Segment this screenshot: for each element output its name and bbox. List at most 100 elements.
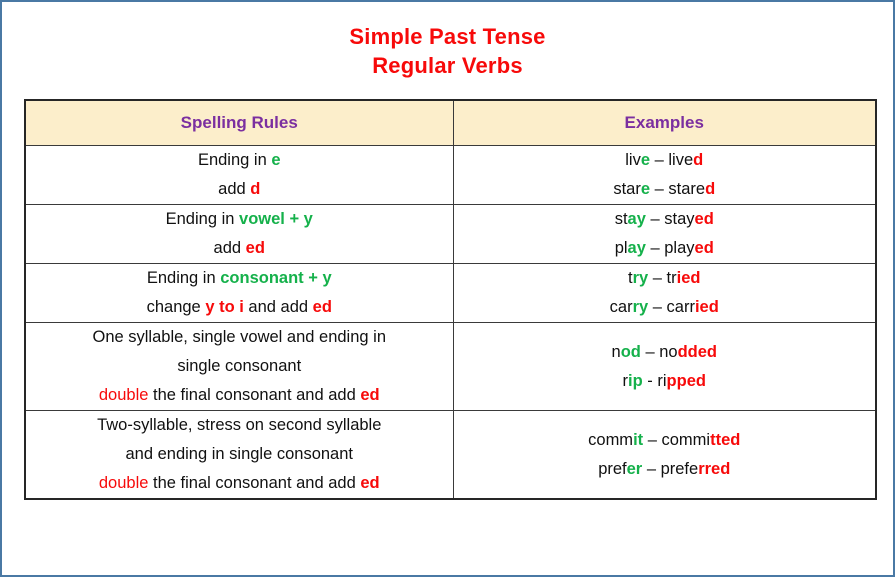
rule-cell-line: Ending in e	[26, 146, 453, 175]
text-run: ed	[360, 386, 380, 404]
text-run: and ending in single consonant	[125, 445, 353, 463]
text-run: One syllable, single vowel and ending in	[92, 328, 387, 346]
example-cell: live – lived stare – stared	[452, 145, 877, 205]
text-run: pref	[598, 459, 627, 478]
rule-cell: Two-syllable, stress on second syllable a…	[24, 410, 454, 500]
text-run: tted	[710, 430, 741, 449]
text-run: e	[640, 180, 651, 198]
text-run: – carr	[648, 298, 695, 316]
text-run: ry	[632, 298, 649, 316]
text-run: and add	[243, 298, 313, 316]
text-run: ied	[694, 298, 719, 316]
text-run: liv	[625, 151, 641, 169]
text-run: rred	[698, 459, 731, 478]
worksheet-frame: Simple Past Tense Regular Verbs Spelling…	[0, 0, 895, 577]
text-run: n	[611, 342, 621, 361]
text-run: car	[609, 298, 633, 316]
text-run: double	[98, 474, 149, 492]
text-run: add	[213, 239, 246, 257]
rule-cell: Ending in consonant + y change y to i and…	[24, 263, 454, 323]
text-run: star	[613, 180, 641, 198]
text-run: ay	[627, 239, 646, 257]
text-run: comm	[588, 430, 634, 449]
text-run: ied	[676, 269, 701, 287]
rule-cell-line: double the final consonant and add ed	[26, 381, 453, 410]
rule-cell-line: Ending in vowel + y	[26, 205, 453, 234]
text-run: Ending in	[197, 151, 272, 169]
example-cell: nod – nodded rip - ripped	[452, 322, 877, 411]
column-header-spelling-rules: Spelling Rules	[24, 99, 454, 146]
spelling-rules-table: Spelling Rules Examples Ending in e add d…	[24, 99, 877, 500]
text-run: er	[626, 459, 643, 478]
page-title: Simple Past Tense Regular Verbs	[2, 2, 893, 80]
table-row: Ending in e add d live – lived stare – star…	[24, 145, 877, 205]
example-cell: stay – stayed play – played	[452, 204, 877, 264]
text-run: ed	[694, 239, 714, 257]
text-run: – no	[640, 342, 678, 361]
text-run: – stare	[650, 180, 706, 198]
text-run: Two-syllable, stress on second syllable	[97, 416, 382, 434]
text-run: pl	[614, 239, 628, 257]
example-cell-line: stay – stayed	[454, 205, 876, 234]
table-body: Ending in e add d live – lived stare – star…	[24, 145, 877, 500]
example-cell-line: live – lived	[454, 146, 876, 175]
text-run: consonant + y	[220, 269, 332, 287]
text-run: e	[271, 151, 281, 169]
text-run: d	[693, 151, 704, 169]
text-run: ry	[632, 269, 649, 287]
example-cell: try – tried carry – carried	[452, 263, 877, 323]
rules-table-container: Spelling Rules Examples Ending in e add d…	[24, 99, 877, 500]
text-run: – tr	[648, 269, 677, 287]
example-cell: commit – committed prefer – preferred	[452, 410, 877, 500]
text-run: single consonant	[177, 357, 302, 375]
text-run: it	[633, 430, 644, 449]
text-run: ip	[628, 371, 643, 390]
table-header-row: Spelling Rules Examples	[24, 99, 877, 146]
rule-cell: One syllable, single vowel and ending in…	[24, 322, 454, 411]
text-run: the final consonant and add	[148, 474, 361, 492]
text-run: d	[250, 180, 261, 198]
text-run: d	[705, 180, 716, 198]
text-run: y to i	[205, 298, 244, 316]
text-run: ed	[694, 210, 714, 228]
text-run: – stay	[645, 210, 695, 228]
text-run: – play	[645, 239, 695, 257]
text-run: double	[98, 386, 149, 404]
rule-cell-line: change y to i and add ed	[26, 293, 453, 322]
column-header-examples: Examples	[452, 99, 877, 146]
text-run: Ending in	[146, 269, 221, 287]
text-run: e	[640, 151, 651, 169]
text-run: vowel + y	[239, 210, 313, 228]
title-line-1: Simple Past Tense	[349, 24, 546, 49]
rule-cell-line: Ending in consonant + y	[26, 264, 453, 293]
table-row: Ending in consonant + y change y to i and…	[24, 263, 877, 323]
example-cell-line: nod – nodded	[454, 338, 876, 367]
text-run: ed	[312, 298, 332, 316]
text-run: ay	[627, 210, 646, 228]
text-run: pped	[666, 371, 706, 390]
rule-cell-line: double the final consonant and add ed	[26, 469, 453, 498]
text-run: ed	[245, 239, 265, 257]
text-run: – commi	[643, 430, 711, 449]
example-cell-line: carry – carried	[454, 293, 876, 322]
rule-cell-line: One syllable, single vowel and ending in	[26, 323, 453, 352]
text-run: add	[218, 180, 251, 198]
text-run: Ending in	[165, 210, 240, 228]
rule-cell-line: single consonant	[26, 352, 453, 381]
example-cell-line: commit – committed	[454, 426, 876, 455]
text-run: ed	[360, 474, 380, 492]
text-run: dded	[677, 342, 717, 361]
text-run: change	[146, 298, 206, 316]
rule-cell-line: add ed	[26, 234, 453, 263]
text-run: the final consonant and add	[148, 386, 361, 404]
rule-cell-line: add d	[26, 175, 453, 204]
example-cell-line: play – played	[454, 234, 876, 263]
table-row: Ending in vowel + y add ed stay – stayed pl…	[24, 204, 877, 264]
rule-cell-line: and ending in single consonant	[26, 440, 453, 469]
table-header: Spelling Rules Examples	[24, 99, 877, 146]
example-cell-line: prefer – preferred	[454, 455, 876, 484]
table-row: Two-syllable, stress on second syllable a…	[24, 410, 877, 500]
text-run: - ri	[642, 371, 667, 390]
example-cell-line: stare – stared	[454, 175, 876, 204]
example-cell-line: try – tried	[454, 264, 876, 293]
